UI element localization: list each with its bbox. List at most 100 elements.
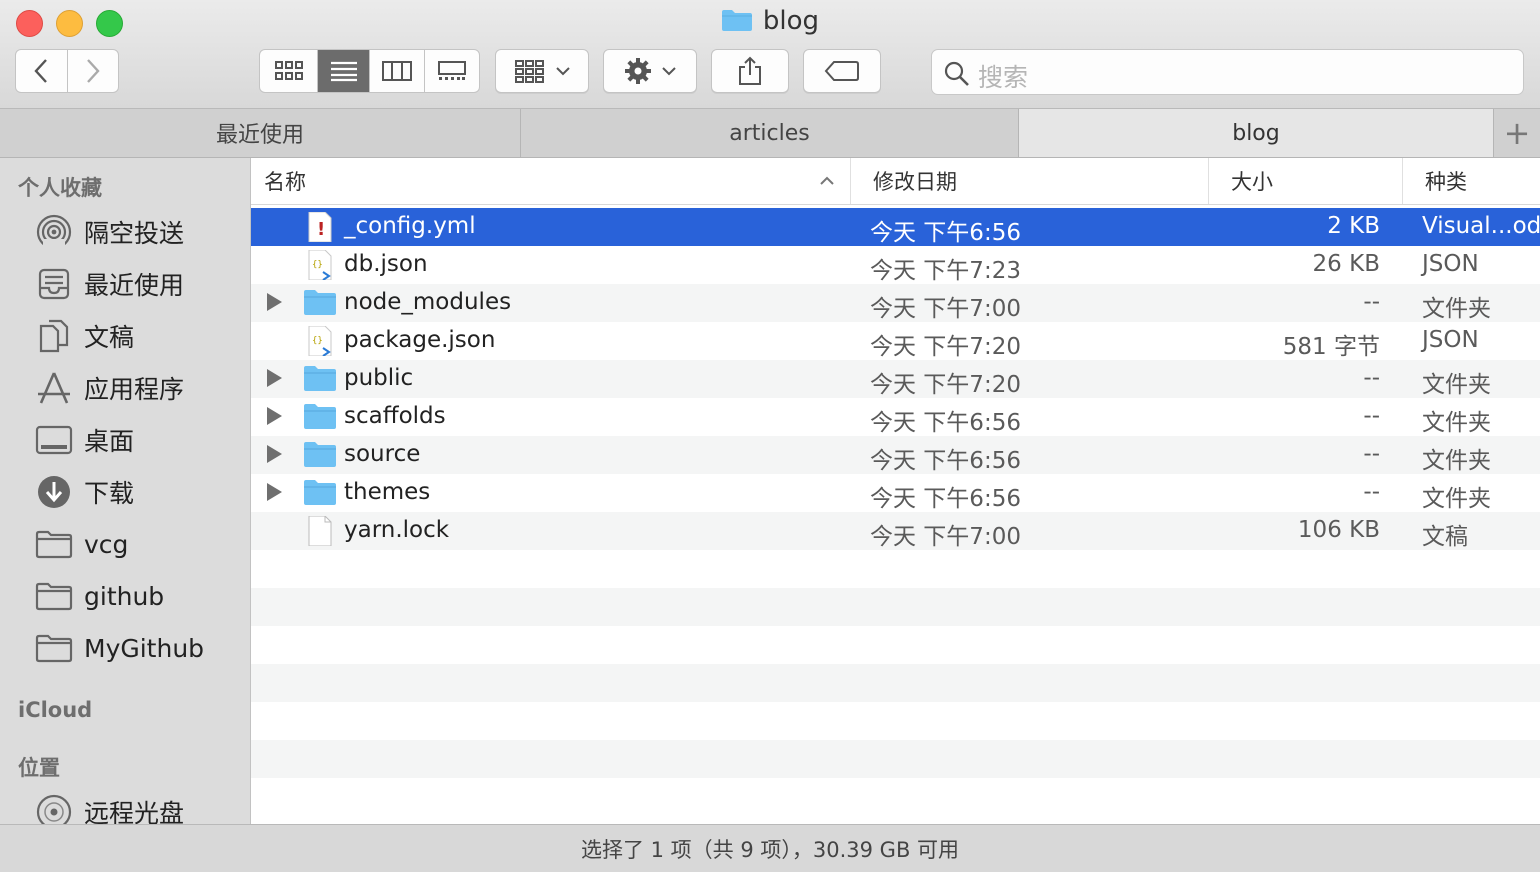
sidebar-item-desktop[interactable]: 桌面: [34, 418, 134, 462]
title-toolbar: blog 搜索: [0, 0, 1540, 109]
recents-icon: [34, 264, 74, 304]
icon-view-button[interactable]: [260, 50, 319, 92]
forward-button[interactable]: [68, 50, 119, 92]
file-row-db-json[interactable]: {} db.json 今天 下午7:23 26 KB JSON: [251, 246, 1540, 284]
columns-icon: [382, 61, 413, 81]
grid-icon: [274, 61, 303, 80]
search-icon: [944, 61, 969, 86]
locations-header: 位置: [18, 756, 60, 780]
action-button[interactable]: [603, 49, 697, 93]
svg-text:{}: {}: [312, 260, 323, 270]
chevron-down-icon: [556, 67, 570, 76]
sidebar-item-label: 应用程序: [84, 375, 185, 404]
file-row-config-yml[interactable]: ! _config.yml 今天 下午6:56 2 KB Visual...od…: [251, 208, 1540, 246]
tab-bar: 最近使用 articles blog +: [0, 109, 1540, 158]
sidebar-item-github[interactable]: github: [34, 574, 164, 618]
file-row-public[interactable]: public 今天 下午7:20 -- 文件夹: [251, 360, 1540, 398]
new-tab-button[interactable]: +: [1493, 109, 1540, 157]
tag-icon: [824, 61, 859, 81]
search-field[interactable]: 搜索: [931, 49, 1524, 95]
file-date: 今天 下午7:00: [870, 524, 1021, 550]
folder-icon: [303, 364, 337, 394]
sidebar-item-mygithub[interactable]: MyGithub: [34, 626, 204, 670]
file-date: 今天 下午7:20: [870, 372, 1021, 398]
nav-buttons: [15, 49, 119, 93]
icloud-header: iCloud: [18, 698, 93, 722]
file-row-scaffolds[interactable]: scaffolds 今天 下午6:56 -- 文件夹: [251, 398, 1540, 436]
window-title-text: blog: [762, 6, 820, 36]
file-kind: 文件夹: [1422, 296, 1491, 322]
file-row-themes[interactable]: themes 今天 下午6:56 -- 文件夹: [251, 474, 1540, 512]
file-date: 今天 下午6:56: [870, 220, 1021, 246]
file-row-yarn-lock[interactable]: yarn.lock 今天 下午7:00 106 KB 文稿: [251, 512, 1540, 550]
disclosure-triangle-icon[interactable]: [267, 407, 282, 425]
file-size: 2 KB: [1327, 213, 1380, 239]
tab-label: 最近使用: [215, 123, 304, 148]
disclosure-triangle-icon[interactable]: [267, 445, 282, 463]
column-view-button[interactable]: [370, 50, 425, 92]
file-kind: 文件夹: [1422, 448, 1491, 474]
tab-label: blog: [1232, 120, 1280, 146]
sidebar-item-remote-disc[interactable]: 远程光盘: [34, 790, 184, 824]
documents-icon: [34, 316, 74, 356]
file-date: 今天 下午6:56: [870, 486, 1021, 512]
empty-row: [251, 778, 1540, 816]
back-button[interactable]: [16, 50, 68, 92]
finder-window: blog 搜索 最近使用 articles blog + 个人收藏 隔空投送 最…: [0, 0, 1540, 872]
sidebar-item-label: 下载: [84, 479, 135, 508]
sidebar-item-applications[interactable]: 应用程序: [34, 366, 184, 410]
group-by-button[interactable]: [495, 49, 589, 93]
file-name: public: [344, 365, 414, 391]
sidebar-item-recents[interactable]: 最近使用: [34, 262, 184, 306]
file-name: _config.yml: [344, 213, 476, 239]
sidebar-item-label: github: [84, 581, 165, 611]
folder-icon: [34, 576, 74, 616]
disclosure-triangle-icon[interactable]: [267, 369, 282, 387]
column-kind[interactable]: 种类: [1403, 158, 1540, 204]
tab-blog[interactable]: blog: [1019, 109, 1494, 157]
svg-text:{}: {}: [312, 336, 323, 346]
sidebar-item-label: 隔空投送: [84, 219, 185, 248]
file-date: 今天 下午7:20: [870, 334, 1021, 360]
column-size[interactable]: 大小: [1209, 158, 1403, 204]
sidebar-item-downloads[interactable]: 下载: [34, 470, 134, 514]
document-file-icon: [303, 515, 337, 547]
favorites-header: 个人收藏: [18, 176, 102, 200]
sidebar-item-vcg[interactable]: vcg: [34, 522, 128, 566]
tags-button[interactable]: [803, 49, 881, 93]
downloads-icon: [34, 472, 74, 512]
sidebar-item-documents[interactable]: 文稿: [34, 314, 134, 358]
list-view-button[interactable]: [318, 50, 371, 92]
file-row-node-modules[interactable]: node_modules 今天 下午7:00 -- 文件夹: [251, 284, 1540, 322]
json-file-icon: {}: [303, 325, 337, 357]
folder-icon: [721, 8, 753, 39]
sidebar-item-airdrop[interactable]: 隔空投送: [34, 210, 184, 254]
column-header-row: 名称 修改日期 大小 种类: [251, 158, 1540, 205]
column-name[interactable]: 名称: [251, 158, 851, 204]
file-name: package.json: [344, 327, 496, 353]
column-date[interactable]: 修改日期: [851, 158, 1209, 204]
disclosure-triangle-icon[interactable]: [267, 483, 282, 501]
file-kind: 文件夹: [1422, 372, 1491, 398]
file-row-package-json[interactable]: {} package.json 今天 下午7:20 581 字节 JSON: [251, 322, 1540, 360]
file-date: 今天 下午6:56: [870, 448, 1021, 474]
file-row-source[interactable]: source 今天 下午6:56 -- 文件夹: [251, 436, 1540, 474]
sidebar-item-label: vcg: [84, 529, 129, 559]
file-name: node_modules: [344, 289, 512, 315]
disclosure-triangle-icon[interactable]: [267, 293, 282, 311]
plus-icon: +: [1503, 114, 1531, 152]
file-list: 名称 修改日期 大小 种类 ! _config.yml 今天 下午6:56 2 …: [251, 158, 1540, 824]
file-kind: 文件夹: [1422, 410, 1491, 436]
tab-recents[interactable]: 最近使用: [0, 109, 521, 157]
file-kind: 文稿: [1422, 524, 1468, 550]
file-kind: JSON: [1422, 251, 1479, 277]
gallery-view-button[interactable]: [425, 50, 479, 92]
folder-icon: [34, 524, 74, 564]
share-button[interactable]: [711, 49, 789, 93]
folder-icon: [303, 402, 337, 432]
desktop-icon: [34, 420, 74, 460]
column-size-label: 大小: [1231, 170, 1273, 194]
empty-row: [251, 702, 1540, 740]
file-size: --: [1363, 479, 1380, 505]
tab-articles[interactable]: articles: [521, 109, 1019, 157]
